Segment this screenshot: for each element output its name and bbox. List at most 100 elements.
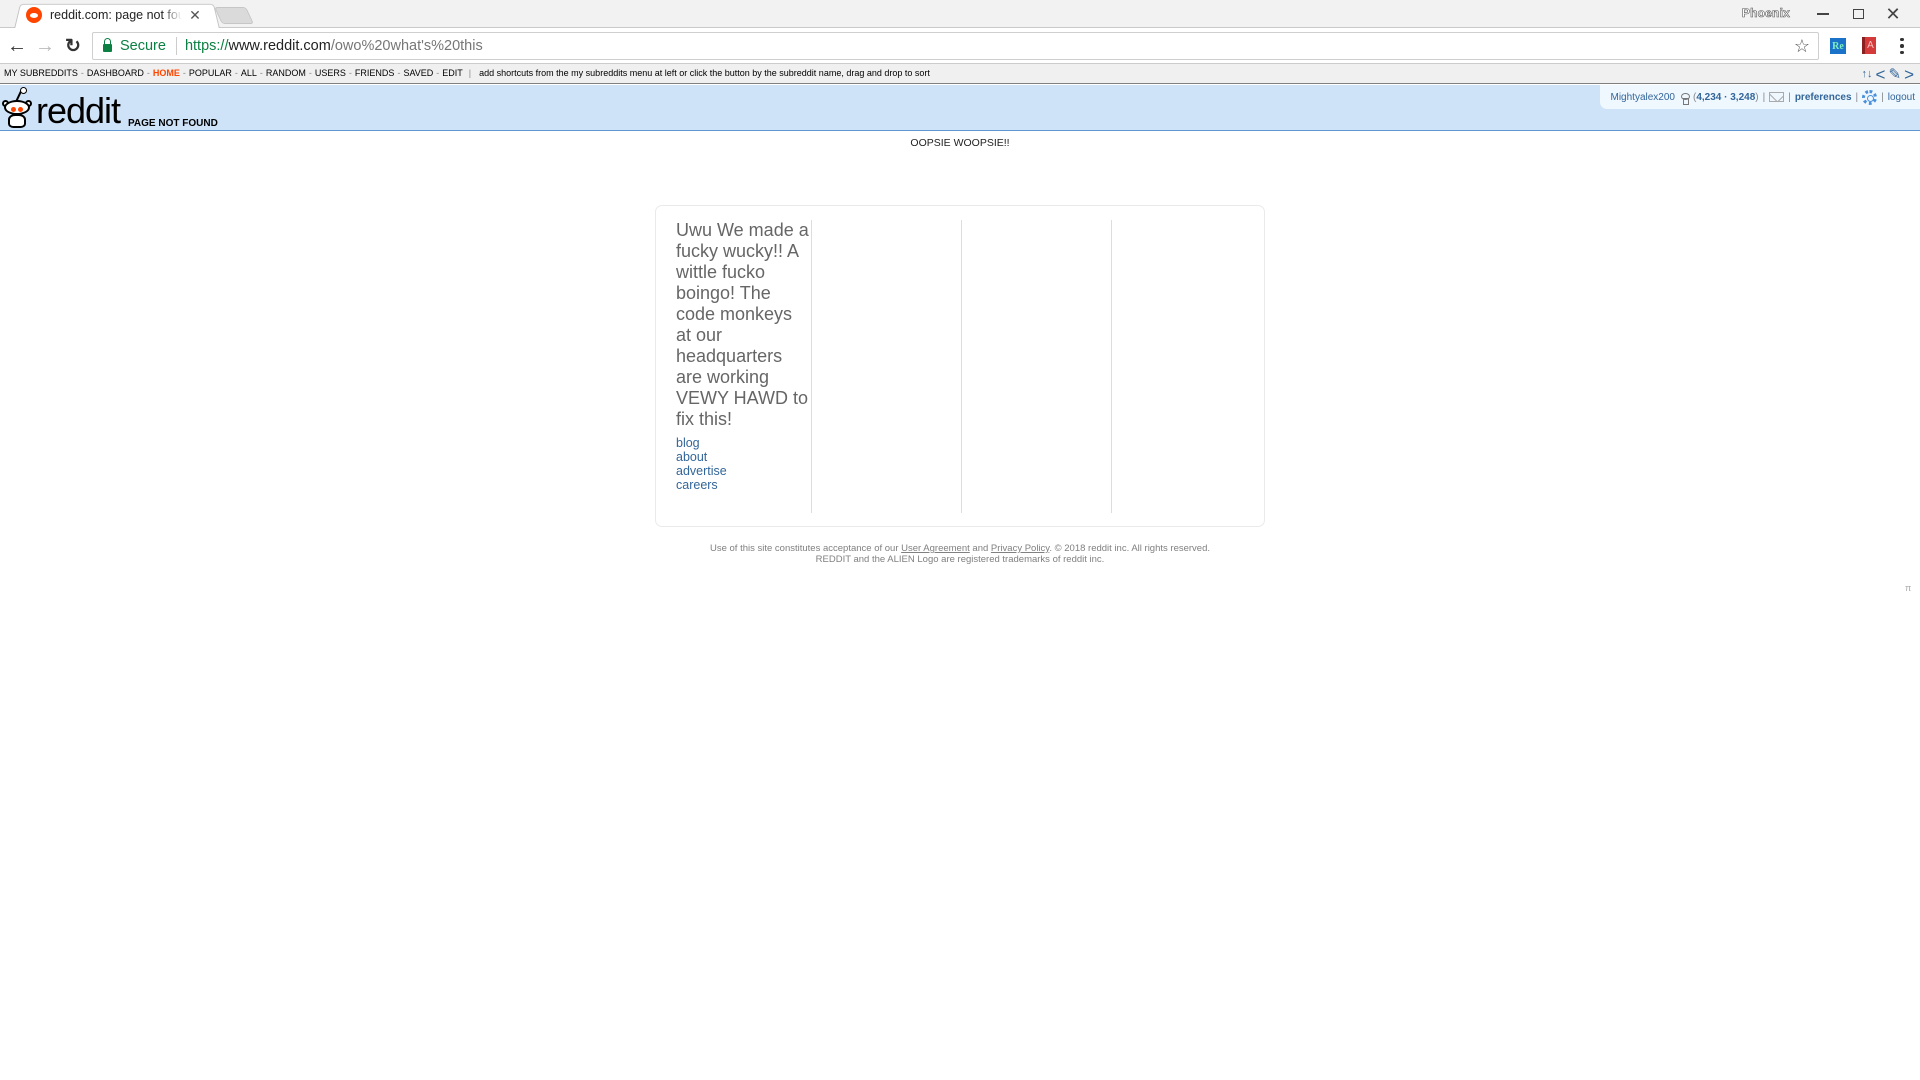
- window-close-button[interactable]: ✕: [1876, 2, 1910, 26]
- maximize-icon: [1852, 9, 1864, 19]
- secure-label[interactable]: Secure: [120, 38, 166, 54]
- karma-separator: ·: [1721, 91, 1731, 103]
- menu-dot: [1900, 50, 1904, 55]
- nav-separator: -: [80, 68, 84, 78]
- profile-name[interactable]: Phoenix: [1742, 6, 1790, 21]
- careers-link[interactable]: careers: [676, 478, 718, 492]
- advertise-link[interactable]: advertise: [676, 464, 727, 478]
- nav-separator: -: [259, 68, 263, 78]
- subreddit-nav-saved[interactable]: SAVED: [403, 68, 433, 78]
- menu-dot: [1900, 44, 1904, 48]
- lock-icon[interactable]: [103, 38, 112, 52]
- subreddit-bar-tools: ↑↓ < ✎ >: [1859, 64, 1914, 84]
- url-path: /owo%20what's%20this: [330, 38, 483, 54]
- subreddit-bar: MY SUBREDDITS - DASHBOARD - HOME - POPULAR - ALL…: [0, 64, 1920, 84]
- error-heading: OOPSIE WOOPSIE!!: [910, 137, 1010, 149]
- snoo-antenna-ball: [20, 87, 27, 94]
- snoo-eye: [11, 107, 16, 112]
- scroll-right-icon[interactable]: >: [1904, 66, 1914, 83]
- reddit-favicon-icon: [26, 7, 42, 23]
- footer-link-item: blog: [676, 436, 811, 450]
- browser-toolbar: ← → ↻ Secure https://www.reddit.com/owo%…: [0, 28, 1920, 64]
- snoo-eye: [18, 107, 23, 112]
- edit-pencil-icon[interactable]: ✎: [1888, 67, 1901, 82]
- reddit-wordmark[interactable]: reddit: [36, 93, 121, 129]
- pi-easter-egg-link[interactable]: π: [1905, 583, 1911, 593]
- subreddit-nav-random[interactable]: RANDOM: [266, 68, 306, 78]
- nav-separator: -: [234, 68, 238, 78]
- page-title: PAGE NOT FOUND: [128, 118, 218, 129]
- error-message: Uwu We made a fucky wucky!! A wittle fuc…: [676, 220, 809, 429]
- subreddit-nav-friends[interactable]: FRIENDS: [355, 68, 395, 78]
- scroll-left-icon[interactable]: <: [1876, 66, 1886, 83]
- browser-tab-content[interactable]: reddit.com: page not found ✕: [26, 4, 206, 26]
- nav-separator: -: [348, 68, 352, 78]
- minimize-icon: [1817, 13, 1829, 15]
- nav-separator: -: [182, 68, 186, 78]
- nav-separator: -: [397, 68, 401, 78]
- user-separator: |: [1881, 91, 1884, 103]
- footer-column-about: Uwu We made a fucky wucky!! A wittle fuc…: [676, 220, 811, 513]
- snoo-avatar-icon: [1680, 91, 1690, 105]
- footer-link-item: advertise: [676, 464, 811, 478]
- subreddit-nav-edit[interactable]: EDIT: [442, 68, 463, 78]
- sort-arrows-icon[interactable]: ↑↓: [1862, 65, 1873, 84]
- browser-menu-button[interactable]: [1896, 36, 1908, 56]
- user-info-box: Mightyalex200 (4,234 · 3,248) | | prefer…: [1600, 85, 1920, 109]
- comment-karma: 3,248: [1730, 91, 1756, 103]
- forward-button[interactable]: →: [33, 34, 57, 58]
- gear-icon[interactable]: [1862, 89, 1878, 105]
- shortcut-hint: add shortcuts from the my subreddits men…: [479, 68, 930, 78]
- column-divider: [1111, 220, 1112, 513]
- subreddit-nav-all[interactable]: ALL: [241, 68, 257, 78]
- privacy-policy-link[interactable]: Privacy Policy: [991, 543, 1049, 554]
- bookmark-star-icon[interactable]: ☆: [1794, 36, 1810, 57]
- footer-panel: Uwu We made a fucky wucky!! A wittle fuc…: [655, 205, 1265, 527]
- footer-link-item: careers: [676, 478, 811, 492]
- user-separator: |: [1788, 91, 1791, 103]
- tab-title[interactable]: reddit.com: page not found: [50, 8, 182, 22]
- karma-close-paren: ): [1755, 91, 1759, 103]
- arrow-right-icon: →: [35, 34, 55, 57]
- blog-link[interactable]: blog: [676, 436, 700, 450]
- legal-line-2: REDDIT and the ALIEN Logo are registered…: [815, 554, 1105, 565]
- minimize-button[interactable]: [1806, 2, 1840, 26]
- url-host: www.reddit.com: [228, 38, 331, 54]
- snoo-alien-icon: [2, 87, 32, 129]
- subreddit-nav-popular[interactable]: POPULAR: [189, 68, 232, 78]
- legal-notice: Use of this site constitutes acceptance …: [0, 543, 1920, 565]
- url-scheme: https://: [184, 38, 229, 54]
- subreddit-nav-my-subreddits[interactable]: MY SUBREDDITS: [4, 68, 78, 78]
- extension-re-icon[interactable]: Re: [1830, 38, 1846, 54]
- reddit-header: reddit PAGE NOT FOUND Mightyalex200 (4,2…: [0, 85, 1920, 131]
- subreddit-nav: MY SUBREDDITS - DASHBOARD - HOME - POPULAR - ALL…: [4, 68, 463, 78]
- nav-separator: -: [146, 68, 150, 78]
- reload-icon: ↻: [65, 35, 81, 57]
- omnibox-divider: [175, 37, 177, 55]
- column-divider: [961, 220, 962, 513]
- reddit-logo[interactable]: reddit: [2, 87, 121, 129]
- user-agreement-link[interactable]: User Agreement: [901, 543, 970, 554]
- about-link[interactable]: about: [676, 450, 707, 464]
- user-separator: |: [1762, 91, 1766, 103]
- subreddit-nav-home[interactable]: HOME: [153, 68, 180, 78]
- subreddit-nav-dashboard[interactable]: DASHBOARD: [87, 68, 144, 78]
- logout-link[interactable]: logout: [1888, 92, 1915, 103]
- subreddit-nav-users[interactable]: USERS: [315, 68, 346, 78]
- address-bar[interactable]: Secure https://www.reddit.com/owo%20what…: [92, 32, 1819, 60]
- back-button[interactable]: ←: [5, 34, 29, 58]
- nav-separator: -: [436, 68, 440, 78]
- close-tab-icon[interactable]: ✕: [188, 7, 202, 24]
- username-link[interactable]: Mightyalex200: [1610, 92, 1674, 103]
- maximize-button[interactable]: [1841, 2, 1875, 26]
- legal-prefix: Use of this site constitutes acceptance …: [709, 543, 899, 554]
- preferences-link[interactable]: preferences: [1795, 92, 1852, 103]
- browser-tab-strip: reddit.com: page not found ✕ Phoenix ✕: [0, 0, 1920, 29]
- extension-book-icon[interactable]: A: [1862, 37, 1876, 54]
- mail-icon[interactable]: [1769, 92, 1785, 102]
- url-text[interactable]: https://www.reddit.com/owo%20what's%20th…: [185, 38, 483, 54]
- footer-links: blog about advertise careers: [676, 436, 811, 492]
- post-karma: 4,234: [1696, 91, 1722, 103]
- reload-button[interactable]: ↻: [61, 34, 85, 58]
- new-tab-button[interactable]: [214, 7, 254, 24]
